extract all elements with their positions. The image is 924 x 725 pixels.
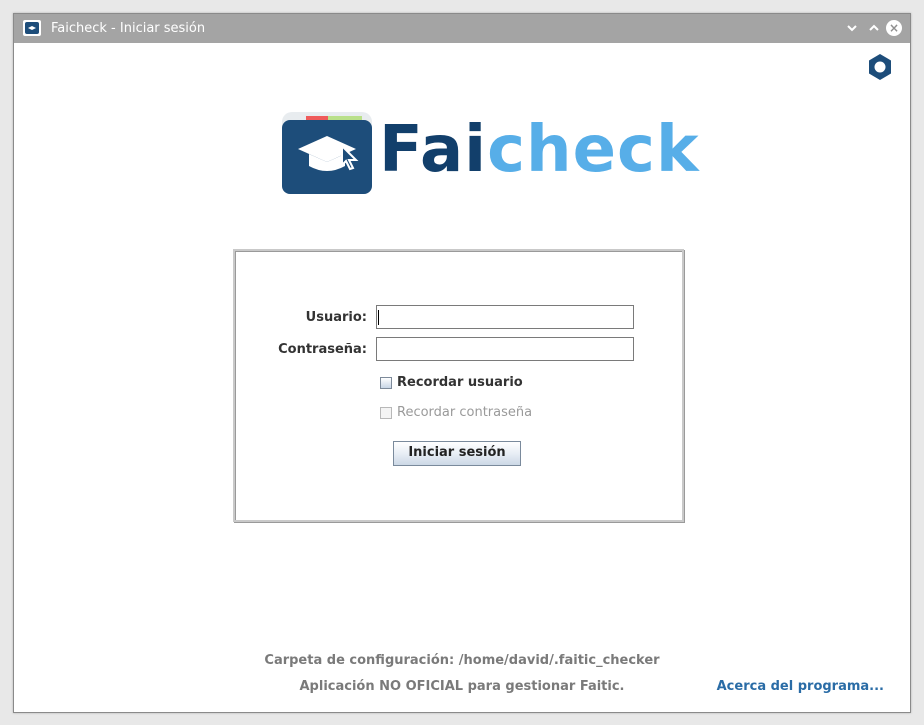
close-icon: × (888, 21, 900, 35)
disclaimer-label: Aplicación NO OFICIAL para gestionar Fai… (299, 679, 625, 694)
password-label: Contraseña: (278, 342, 367, 357)
login-button[interactable]: Iniciar sesión (393, 441, 521, 466)
checkbox-box[interactable] (380, 377, 392, 389)
user-label: Usuario: (305, 310, 367, 325)
app-logo-text: Faicheck (379, 110, 700, 190)
minimize-button[interactable] (843, 19, 861, 37)
remember-user-label[interactable]: Recordar usuario (397, 375, 523, 390)
app-icon (23, 20, 41, 36)
password-input[interactable] (376, 337, 634, 361)
app-window: Faicheck - Iniciar sesión × Faicheck Usu… (13, 13, 911, 713)
login-panel: Usuario: Contraseña: Recordar usuario Re… (233, 249, 684, 522)
chevron-up-icon (869, 24, 879, 31)
logo-text-fai: Fai (379, 113, 488, 187)
config-path-text: Carpeta de configuración: /home/david/.f… (14, 653, 910, 668)
remember-password-label: Recordar contraseña (397, 405, 533, 420)
hexagon-nut-icon (869, 54, 891, 80)
config-path-label: Carpeta de configuración: /home/david/.f… (264, 653, 660, 668)
maximize-button[interactable] (865, 19, 883, 37)
user-input[interactable] (376, 305, 634, 329)
chevron-down-icon (847, 25, 857, 32)
title-bar[interactable]: Faicheck - Iniciar sesión × (14, 14, 910, 43)
logo-text-check: check (487, 113, 700, 187)
window-title: Faicheck - Iniciar sesión (51, 21, 206, 36)
checkbox-box (380, 407, 392, 419)
text-caret (378, 310, 379, 325)
close-button[interactable]: × (886, 20, 902, 36)
settings-button[interactable] (865, 52, 895, 82)
about-link[interactable]: Acerca del programa... (717, 679, 884, 694)
